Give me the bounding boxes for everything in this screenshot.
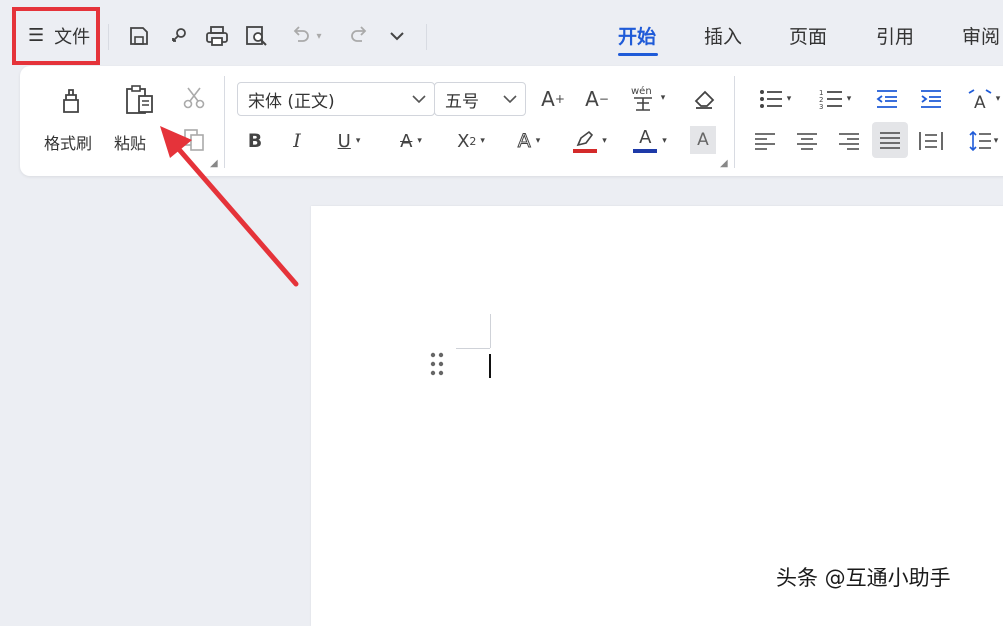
watermark: 头条 @互通小助手: [776, 566, 951, 590]
annotation-arrow: [160, 126, 299, 287]
